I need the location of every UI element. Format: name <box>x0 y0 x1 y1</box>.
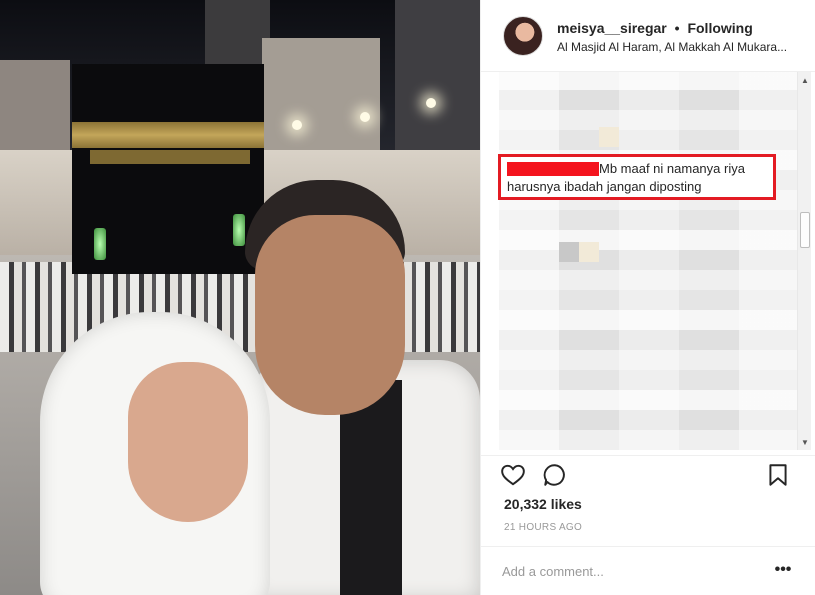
kaaba-gold-band <box>72 122 264 148</box>
username-row: meisya__siregar • Following <box>557 20 753 36</box>
separator-dot: • <box>674 20 680 36</box>
speech-bubble-icon[interactable] <box>542 462 568 488</box>
action-bar <box>480 455 815 495</box>
bookmark-icon[interactable] <box>765 462 791 488</box>
background-tower <box>395 0 480 165</box>
likes-count[interactable]: 20,332 likes <box>504 496 582 512</box>
post-timestamp[interactable]: 21 HOURS AGO <box>504 522 582 533</box>
scroll-down-arrow-icon[interactable]: ▼ <box>798 438 812 448</box>
highlighted-comment-box: Mb maaf ni namanya riya harusnya ibadah … <box>498 154 776 200</box>
username-link[interactable]: meisya__siregar <box>557 20 667 36</box>
redacted-username <box>507 162 599 176</box>
scroll-thumb[interactable] <box>800 212 810 248</box>
following-button[interactable]: Following <box>687 20 752 36</box>
stadium-light <box>360 112 370 122</box>
comment-text-line2: harusnya ibadah jangan diposting <box>507 179 702 194</box>
pixelated-emoji <box>599 127 619 147</box>
comments-scrollbar[interactable]: ▲ ▼ <box>797 72 811 450</box>
stadium-light <box>292 120 302 130</box>
heart-icon[interactable] <box>500 462 526 488</box>
post-header: meisya__siregar • Following Al Masjid Al… <box>481 0 815 72</box>
add-comment-section: ••• <box>480 546 815 595</box>
scroll-up-arrow-icon[interactable]: ▲ <box>798 76 812 86</box>
avatar[interactable] <box>503 16 543 56</box>
woman-face <box>128 362 248 522</box>
kaaba-gold-band <box>90 150 250 164</box>
pilgrim-crowd <box>0 262 480 352</box>
pixelated-emoji <box>579 242 599 262</box>
location-link[interactable]: Al Masjid Al Haram, Al Makkah Al Mukara.… <box>557 40 802 54</box>
ellipsis-icon[interactable]: ••• <box>772 559 794 581</box>
man-face <box>255 215 405 415</box>
pixelated-block <box>559 242 579 262</box>
green-lamp <box>94 228 106 260</box>
comment-text-line1: Mb maaf ni namanya riya <box>599 161 745 176</box>
comment-input[interactable] <box>502 561 752 581</box>
pixelated-comments <box>499 72 799 450</box>
stadium-light <box>426 98 436 108</box>
post-photo[interactable] <box>0 0 480 595</box>
comments-list[interactable] <box>499 72 799 450</box>
background-tower <box>262 38 380 168</box>
green-lamp <box>233 214 245 246</box>
